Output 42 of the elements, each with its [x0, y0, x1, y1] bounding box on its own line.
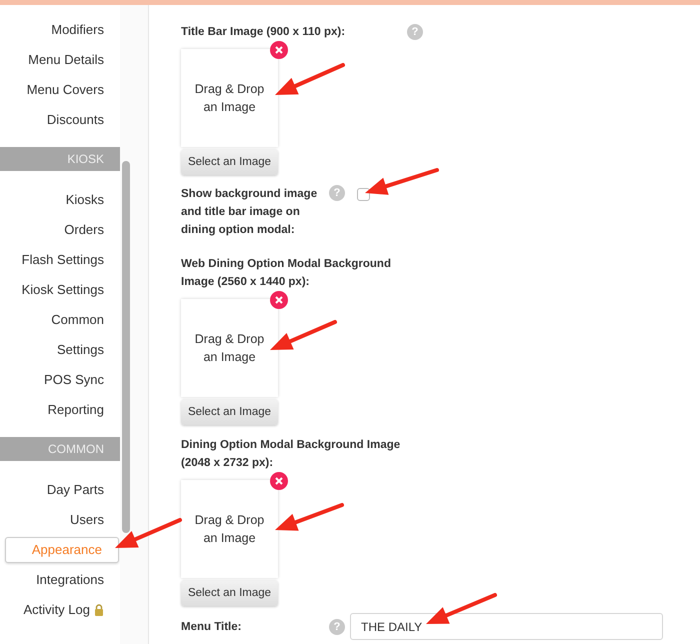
field-label: Title Bar Image (900 x 110 px):	[181, 25, 346, 40]
nav-item[interactable]: Modifiers	[45, 17, 120, 43]
annotation-arrow	[270, 320, 337, 350]
nav-item[interactable]: Kiosks	[60, 187, 120, 213]
annotation-arrow	[275, 503, 344, 531]
select-image-button[interactable]: Select an Image	[181, 399, 278, 425]
field-label: Menu Title:	[181, 620, 242, 634]
field-label: Dining Option Modal Background Image (2048 x 2732 px):	[181, 438, 401, 471]
scrollbar[interactable]	[122, 161, 130, 533]
nav-item[interactable]: Kiosk Settings	[16, 277, 120, 303]
select-image-button[interactable]: Select an Image	[181, 149, 278, 175]
annotation-arrow	[426, 593, 497, 624]
image-dropzone[interactable]: Drag & Drop an Image	[181, 299, 278, 397]
field-label: Show background image and title bar image on dining option modal:	[181, 187, 318, 238]
nav-item[interactable]: Menu Covers	[20, 77, 120, 103]
remove-icon[interactable]	[270, 41, 288, 59]
section-header: COMMON	[0, 437, 120, 461]
nav-item[interactable]: Common	[45, 307, 120, 333]
nav-item[interactable]: POS Sync	[38, 367, 120, 393]
annotation-arrow	[275, 63, 345, 95]
nav-item[interactable]: Settings	[51, 337, 120, 363]
nav-item[interactable]: Users	[64, 507, 120, 533]
remove-icon[interactable]	[270, 472, 288, 490]
dropzone-text: Drag & Drop an Image	[194, 512, 266, 547]
dropzone-text: Drag & Drop an Image	[194, 331, 266, 366]
image-dropzone[interactable]: Drag & Drop an Image	[181, 49, 278, 147]
menu-title-field[interactable]: THE DAILY	[350, 613, 663, 640]
nav-item[interactable]: Integrations	[30, 567, 120, 593]
nav-item[interactable]: Day Parts	[40, 477, 120, 503]
select-image-button[interactable]: Select an Image	[181, 580, 278, 606]
remove-icon[interactable]	[270, 291, 288, 309]
field-label: Web Dining Option Modal Background Image (2560 x 1440 px):	[181, 257, 392, 290]
annotation-arrow	[115, 518, 182, 548]
nav-item[interactable]: Discounts	[40, 107, 120, 133]
section-header: KIOSK	[0, 147, 120, 171]
nav-item[interactable]: Activity Log	[18, 597, 120, 623]
nav-item[interactable]: Flash Settings	[16, 247, 120, 273]
dropzone-text: Drag & Drop an Image	[194, 81, 266, 116]
image-dropzone[interactable]: Drag & Drop an Image	[181, 480, 278, 578]
nav-item[interactable]: Menu Details	[22, 47, 120, 73]
nav-item[interactable]: Reporting	[42, 397, 120, 423]
nav-item[interactable]: Orders	[58, 217, 120, 243]
